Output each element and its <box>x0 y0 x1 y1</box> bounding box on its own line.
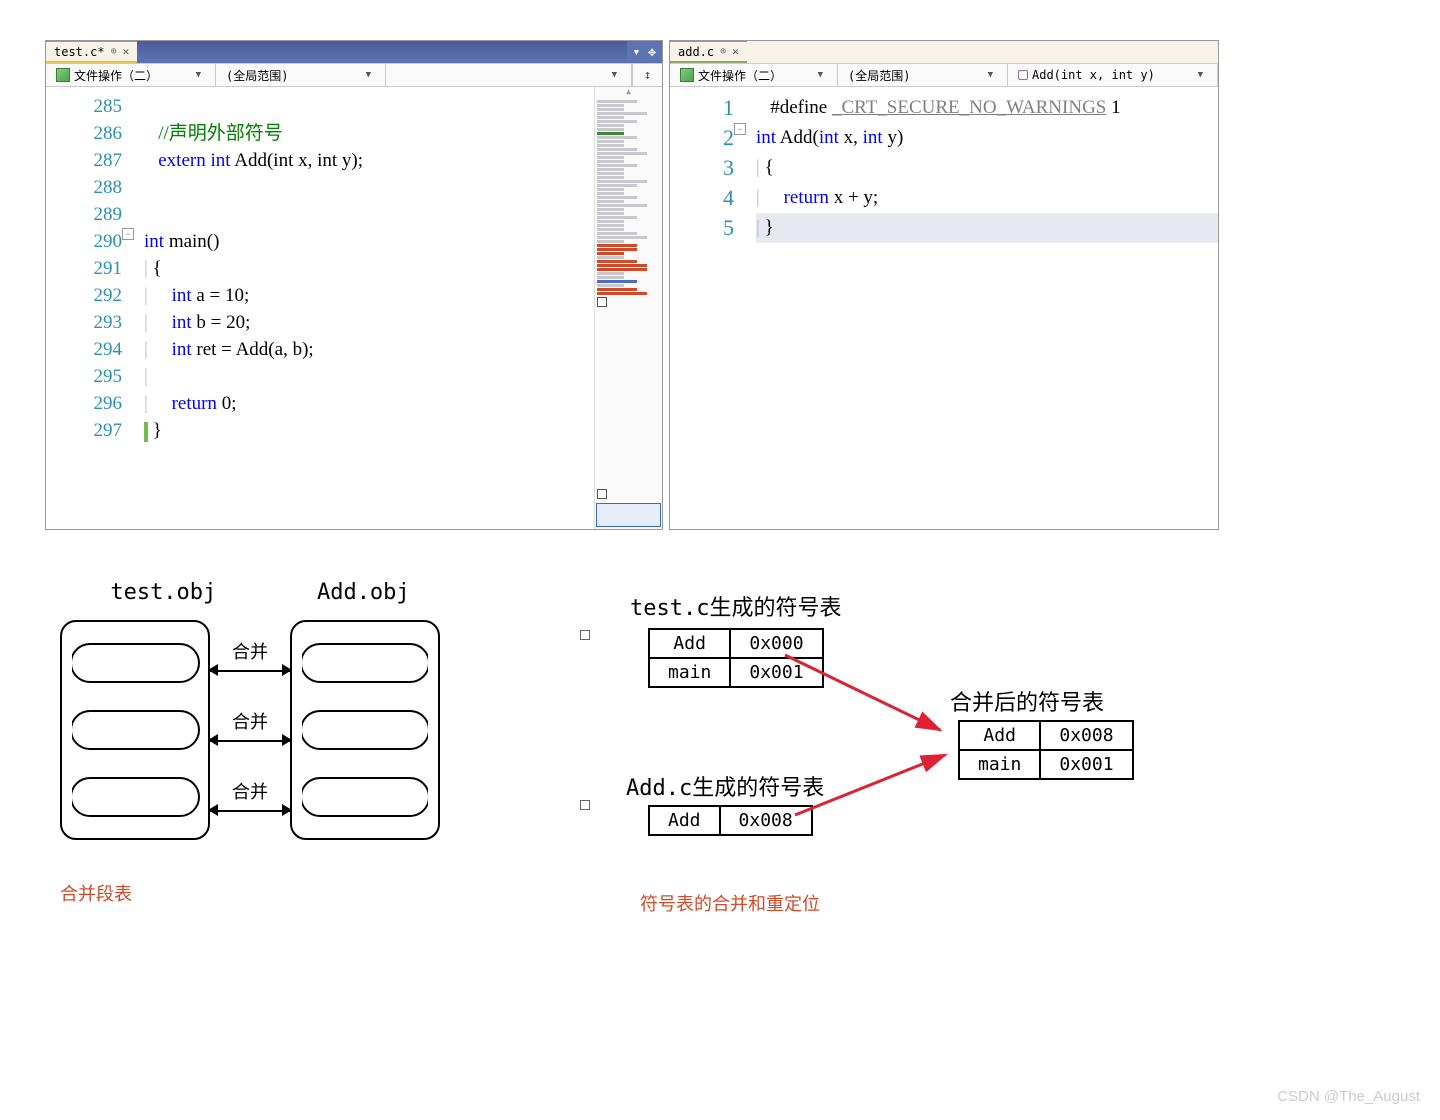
nav-scope-3[interactable]: Add(int x, int y) ▼ <box>1008 64 1218 86</box>
nav-bar-left: 文件操作（二） ▼ (全局范围) ▼ ▼ ↕ <box>46 63 662 87</box>
code-content-left[interactable]: //声明外部符号 extern int Add(int x, int y); −… <box>134 87 662 529</box>
close-icon[interactable]: ✕ <box>732 45 739 58</box>
merge-label: 合并 <box>222 708 278 734</box>
arrow-right-icon <box>282 664 292 676</box>
nav-scope-label: 文件操作（二） <box>74 67 158 84</box>
tab-bar-right: add.c ⊕ ✕ <box>670 41 1218 63</box>
merge-arrow-icon <box>780 650 960 750</box>
merge-caption: 合并段表 <box>60 880 132 906</box>
chevron-down-icon: ▼ <box>988 70 993 80</box>
nav-scope2-label: (全局范围) <box>226 67 288 84</box>
pin-icon[interactable]: ⊕ <box>111 46 117 57</box>
symbol-caption: 符号表的合并和重定位 <box>640 890 820 916</box>
nav-scope3-label: Add(int x, int y) <box>1032 68 1155 82</box>
segment <box>300 710 430 750</box>
selection-handle <box>580 800 590 810</box>
tab-label: test.c* <box>54 45 105 59</box>
tab-fill <box>137 41 626 63</box>
arrow-left-icon <box>208 664 218 676</box>
tab-add-c[interactable]: add.c ⊕ ✕ <box>670 41 747 63</box>
close-icon[interactable]: ✕ <box>123 45 130 58</box>
tab-fill <box>747 41 1218 63</box>
pin-icon[interactable]: ⊕ <box>720 46 726 57</box>
scroll-up-icon[interactable]: ▲ <box>595 87 662 95</box>
chevron-down-icon: ▼ <box>196 70 201 80</box>
merge-label: 合并 <box>222 778 278 804</box>
minimap[interactable]: ▲ <box>594 87 662 529</box>
nav-scope-3[interactable]: ▼ <box>386 64 632 86</box>
segment <box>300 643 430 683</box>
obj-label-test: test.obj <box>110 580 216 605</box>
minimap-viewport[interactable] <box>596 503 661 527</box>
gutter-right: 1 2 3 4 5 <box>670 87 746 529</box>
tab-bar-left: test.c* ⊕ ✕ ▾ ✥ <box>46 41 662 63</box>
test-obj-box <box>60 620 210 840</box>
arrow-right-icon <box>282 734 292 746</box>
cpp-icon <box>56 68 70 82</box>
merge-connector <box>210 670 290 672</box>
editor-pane-left: test.c* ⊕ ✕ ▾ ✥ 文件操作（二） ▼ (全局范围) ▼ ▼ ↕ <box>45 40 663 530</box>
code-area-right[interactable]: 1 2 3 4 5 #define _CRT_SECURE_NO_WARNING… <box>670 87 1218 529</box>
arrow-left-icon <box>208 804 218 816</box>
segment <box>70 710 200 750</box>
merge-arrow-icon <box>790 745 960 825</box>
merge-segment-diagram: test.obj Add.obj 合并 合并 合并 合并段表 <box>60 580 460 605</box>
nav-scope2-label: (全局范围) <box>848 67 910 84</box>
nav-scope-2[interactable]: (全局范围) ▼ <box>216 64 386 86</box>
gutter-left: 285 286 287 288 289 290 291 292 293 294 … <box>46 87 134 529</box>
chevron-down-icon: ▼ <box>1198 70 1203 80</box>
obj-label-add: Add.obj <box>317 580 410 605</box>
segment <box>300 777 430 817</box>
sym-title-merged: 合并后的符号表 <box>950 685 1104 717</box>
watermark: CSDN @The_August <box>1277 1088 1420 1105</box>
minimap-handle-2[interactable] <box>597 489 607 499</box>
nav-scope-label: 文件操作（二） <box>698 67 782 84</box>
nav-bar-right: 文件操作（二） ▼ (全局范围) ▼ Add(int x, int y) ▼ <box>670 63 1218 87</box>
split-icon[interactable]: ↕ <box>632 64 662 86</box>
selection-handle <box>580 630 590 640</box>
arrow-right-icon <box>282 804 292 816</box>
fold-toggle[interactable]: − <box>122 228 134 240</box>
merge-connector <box>210 740 290 742</box>
segment <box>70 643 200 683</box>
code-content-right[interactable]: #define _CRT_SECURE_NO_WARNINGS 1 −int A… <box>746 87 1218 529</box>
chevron-down-icon: ▼ <box>818 70 823 80</box>
code-area-left[interactable]: 285 286 287 288 289 290 291 292 293 294 … <box>46 87 662 529</box>
arrow-left-icon <box>208 734 218 746</box>
tab-test-c[interactable]: test.c* ⊕ ✕ <box>46 41 137 63</box>
merge-label: 合并 <box>222 638 278 664</box>
nav-scope-1[interactable]: 文件操作（二） ▼ <box>46 64 216 86</box>
nav-scope-1[interactable]: 文件操作（二） ▼ <box>670 64 838 86</box>
nav-scope-2[interactable]: (全局范围) ▼ <box>838 64 1008 86</box>
method-icon <box>1018 70 1028 80</box>
sym-table-merged: Add0x008 main0x001 <box>958 720 1134 780</box>
sym-title-test: test.c生成的符号表 <box>630 590 841 622</box>
chevron-down-icon: ▼ <box>612 70 617 80</box>
segment <box>70 777 200 817</box>
add-obj-box <box>290 620 440 840</box>
cpp-icon <box>680 68 694 82</box>
minimap-handle[interactable] <box>597 297 607 307</box>
fold-toggle[interactable]: − <box>734 123 746 135</box>
merge-connector <box>210 810 290 812</box>
chevron-down-icon: ▼ <box>366 70 371 80</box>
editor-pane-right: add.c ⊕ ✕ 文件操作（二） ▼ (全局范围) ▼ Add(int x, … <box>669 40 1219 530</box>
tab-overflow[interactable]: ▾ ✥ <box>627 41 662 63</box>
tab-label: add.c <box>678 45 714 59</box>
sym-table-add: Add0x008 <box>648 805 813 836</box>
